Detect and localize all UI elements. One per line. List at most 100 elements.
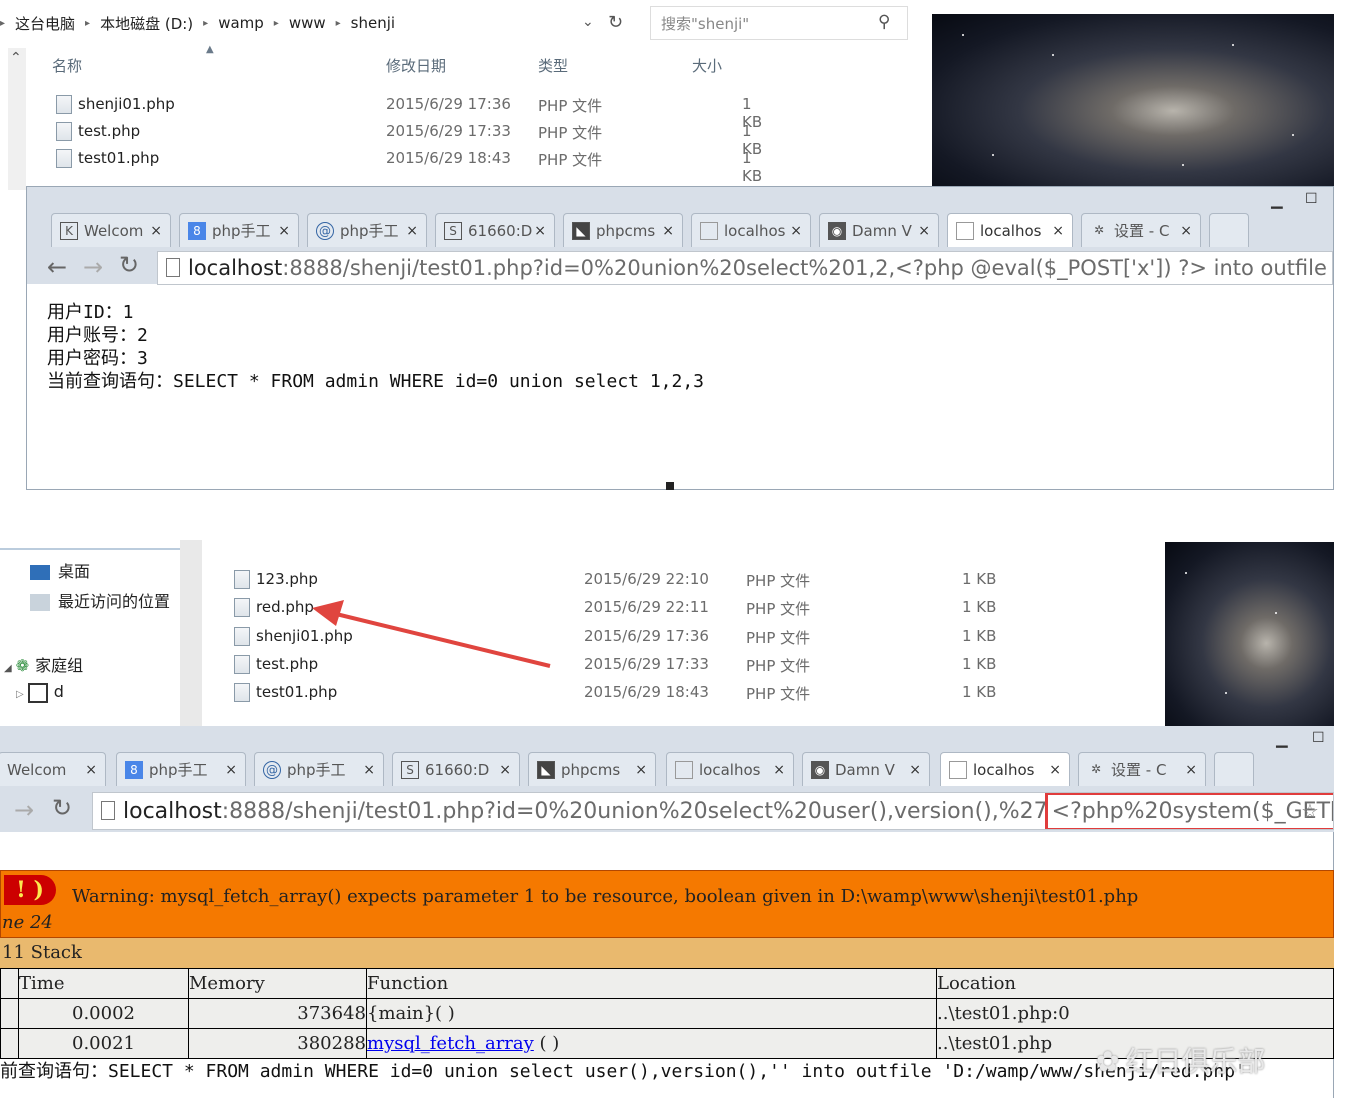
- reload-icon[interactable]: ↻: [119, 251, 139, 279]
- chevron-right-icon[interactable]: ▷: [16, 689, 24, 700]
- breadcrumb-item[interactable]: shenji: [351, 14, 395, 32]
- close-icon[interactable]: ×: [1052, 223, 1064, 239]
- page-icon: ◉: [811, 760, 829, 779]
- search-input[interactable]: 搜索"shenji": [650, 6, 908, 40]
- file-row[interactable]: test.php: [56, 122, 140, 141]
- url-payload: <?php%20system($_GET[sec]: [1044, 793, 1333, 829]
- address-bar[interactable]: localhost:8888/shenji/test01.php?id=0%20…: [92, 792, 1334, 830]
- tab[interactable]: ◣ phpcms ×: [528, 752, 656, 786]
- tab-active[interactable]: localhos ×: [940, 752, 1070, 786]
- minimize-icon[interactable]: ▁: [1271, 191, 1283, 209]
- close-icon[interactable]: ×: [773, 762, 785, 778]
- column-header-name[interactable]: 名称: [52, 55, 82, 76]
- file-size: 1 KB: [742, 149, 763, 185]
- star-icon[interactable]: ☆: [1301, 799, 1319, 823]
- column-header-date[interactable]: 修改日期: [386, 55, 446, 76]
- file-name: shenji01.php: [78, 95, 175, 113]
- tab[interactable]: ◉ Damn V ×: [819, 213, 939, 247]
- new-tab-button[interactable]: [1214, 752, 1254, 786]
- tab[interactable]: @ php手工 ×: [254, 752, 384, 786]
- close-icon[interactable]: ×: [406, 223, 418, 239]
- maximize-icon[interactable]: ☐: [1312, 730, 1325, 746]
- browser-window-top: ▁ ☐ K Welcom × 8 php手工 × @ php手工 × S 61660:D × ◣…: [26, 186, 1334, 490]
- close-icon[interactable]: ×: [635, 762, 647, 778]
- stack-function-link[interactable]: mysql_fetch_array: [367, 1033, 534, 1054]
- nav-item-homegroup[interactable]: ◢ ❁ 家庭组: [4, 652, 83, 676]
- file-size: 1 KB: [962, 598, 997, 616]
- user-icon: [27, 682, 48, 703]
- output-line: 用户ID：1: [47, 302, 134, 323]
- address-bar[interactable]: localhost:8888/shenji/test01.php?id=0%20…: [157, 251, 1333, 285]
- nav-item-desktop[interactable]: 桌面: [30, 558, 90, 582]
- scrollbar[interactable]: [180, 540, 202, 726]
- url-path: :8888/shenji/test01.php?id=0%20union%20s…: [221, 798, 1048, 824]
- tab[interactable]: 8 php手工 ×: [179, 213, 299, 247]
- nav-item-user[interactable]: ▷ d: [16, 682, 64, 703]
- watermark-text: 红日俱乐部: [1125, 1045, 1266, 1078]
- tab[interactable]: localhos ×: [666, 752, 794, 786]
- search-icon[interactable]: ⚲: [878, 12, 890, 32]
- minimize-icon[interactable]: ▁: [1276, 730, 1288, 748]
- close-icon[interactable]: ×: [278, 223, 290, 239]
- page-icon: S: [444, 221, 462, 240]
- warning-icon: ! ): [4, 875, 56, 905]
- stack-function: {main}( ): [366, 998, 937, 1029]
- close-icon[interactable]: ×: [1185, 762, 1197, 778]
- file-type: PHP 文件: [746, 600, 811, 618]
- stack-memory: 380288: [188, 1028, 367, 1059]
- close-icon[interactable]: ×: [1180, 223, 1192, 239]
- tab[interactable]: K Welcom ×: [51, 213, 171, 247]
- tab[interactable]: 8 php手工 ×: [116, 752, 246, 786]
- file-row[interactable]: test01.php: [234, 683, 337, 702]
- file-type: PHP 文件: [538, 151, 603, 169]
- close-icon[interactable]: ×: [499, 762, 511, 778]
- scrollbar[interactable]: [8, 48, 26, 190]
- breadcrumb-item[interactable]: 这台电脑: [15, 13, 75, 34]
- back-icon[interactable]: ←: [47, 253, 67, 281]
- table-row: 0.0002 373648 {main}( ) ..\test01.php:0: [0, 998, 1334, 1029]
- breadcrumb-item[interactable]: wamp: [218, 14, 264, 32]
- close-icon[interactable]: ×: [363, 762, 375, 778]
- new-tab-button[interactable]: [1209, 213, 1249, 247]
- chevron-down-icon[interactable]: ⌄: [582, 14, 594, 30]
- file-row[interactable]: 123.php: [234, 570, 318, 589]
- close-icon[interactable]: ×: [790, 223, 802, 239]
- file-row[interactable]: shenji01.php: [56, 95, 175, 114]
- chevron-down-icon[interactable]: ◢: [4, 663, 12, 674]
- tab[interactable]: localhos ×: [691, 213, 811, 247]
- page-icon: ◣: [572, 221, 590, 240]
- tab[interactable]: @ php手工 ×: [307, 213, 427, 247]
- nav-item-recent[interactable]: 最近访问的位置: [30, 588, 170, 612]
- tab[interactable]: S 61660:D ×: [435, 213, 555, 247]
- breadcrumb-item[interactable]: www: [289, 14, 326, 32]
- php-file-icon: [234, 627, 250, 646]
- tab[interactable]: ✲ 设置 - C ×: [1078, 752, 1206, 786]
- refresh-icon[interactable]: ↻: [608, 12, 623, 33]
- tab[interactable]: ◣ phpcms ×: [563, 213, 683, 247]
- tab-active[interactable]: localhos ×: [947, 213, 1073, 247]
- page-icon: [166, 258, 180, 277]
- close-icon[interactable]: ×: [909, 762, 921, 778]
- desktop-icon: [30, 565, 50, 580]
- maximize-icon[interactable]: ☐: [1305, 191, 1318, 207]
- file-row[interactable]: test01.php: [56, 149, 159, 168]
- close-icon[interactable]: ×: [662, 223, 674, 239]
- close-icon[interactable]: ×: [150, 223, 162, 239]
- chevron-up-icon[interactable]: ⌃: [10, 50, 22, 66]
- tab[interactable]: Welcom ×: [0, 752, 106, 786]
- forward-icon[interactable]: →: [83, 253, 103, 281]
- close-icon[interactable]: ×: [85, 762, 97, 778]
- close-icon[interactable]: ×: [225, 762, 237, 778]
- close-icon[interactable]: ×: [1049, 762, 1061, 778]
- tab[interactable]: S 61660:D ×: [392, 752, 520, 786]
- column-header-type[interactable]: 类型: [538, 55, 568, 76]
- close-icon[interactable]: ×: [534, 223, 546, 239]
- tab[interactable]: ✲ 设置 - C ×: [1081, 213, 1201, 247]
- tab[interactable]: ◉ Damn V ×: [802, 752, 930, 786]
- stack-memory: 373648: [188, 998, 367, 1029]
- breadcrumb-item[interactable]: 本地磁盘 (D:): [100, 13, 193, 34]
- column-header-size[interactable]: 大小: [692, 55, 722, 76]
- forward-icon[interactable]: →: [14, 796, 34, 824]
- reload-icon[interactable]: ↻: [52, 794, 72, 822]
- close-icon[interactable]: ×: [918, 223, 930, 239]
